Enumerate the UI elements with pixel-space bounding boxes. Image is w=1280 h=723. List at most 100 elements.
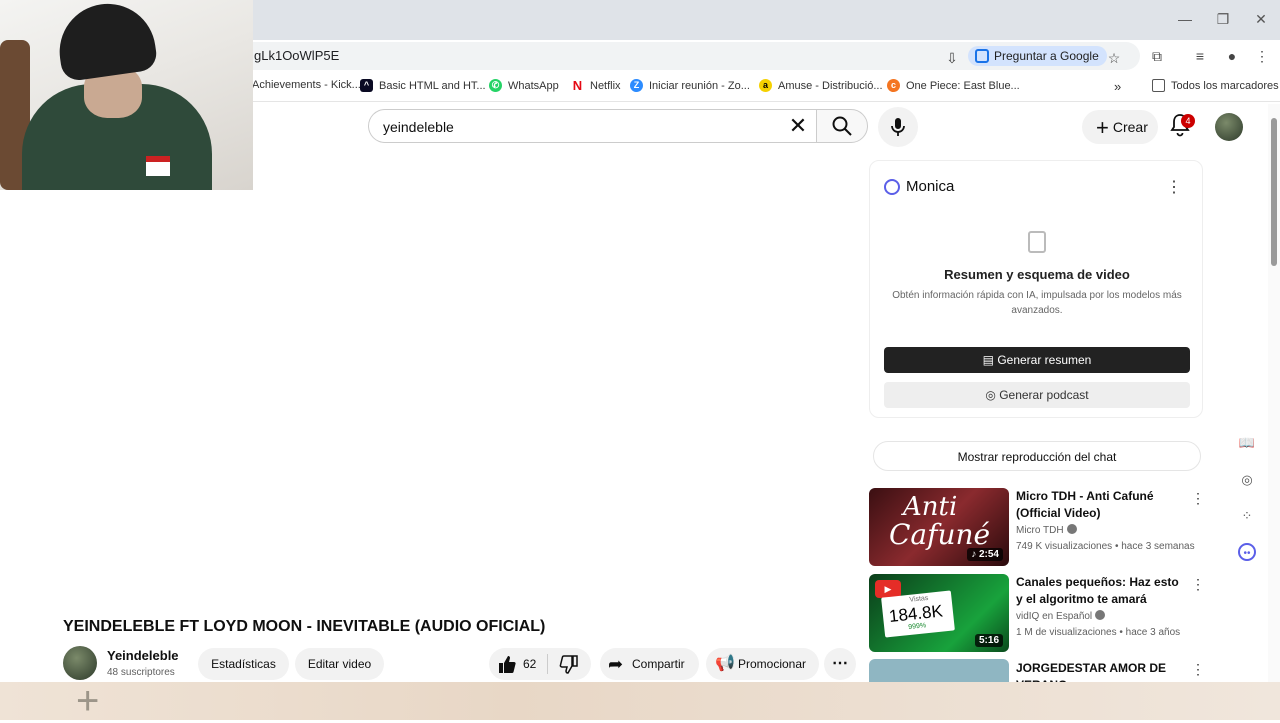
bookmark-label: Achievements - Kick... [252, 79, 361, 91]
folder-icon [1152, 79, 1165, 92]
ask-google-button[interactable]: Preguntar a Google [968, 46, 1107, 66]
channel-label: vidIQ en Español [1016, 611, 1093, 622]
video-thumbnail[interactable]: Anti Cafuné ♪ 2:54 [869, 488, 1009, 566]
more-actions-button[interactable]: ⋯ [824, 648, 856, 680]
video-thumbnail[interactable]: ▶ Vistas 184.8K 999% 5:16 [869, 574, 1009, 652]
monica-sidebar-icon[interactable]: •• [1238, 543, 1256, 561]
edit-video-button[interactable]: Editar video [295, 648, 384, 680]
bookmark-label: Basic HTML and HT... [379, 79, 486, 92]
account-avatar[interactable] [1215, 113, 1243, 141]
bookmark-star-icon[interactable]: ☆ [1106, 50, 1122, 66]
more-actions-icon[interactable]: ⋮ [1191, 661, 1205, 678]
like-divider [547, 654, 548, 674]
promote-button[interactable]: 📢 Promocionar [706, 648, 819, 680]
all-bookmarks-button[interactable]: Todos los marcadores [1152, 79, 1279, 92]
upload-age: hace 3 años [1125, 627, 1181, 638]
verified-icon [1095, 610, 1106, 620]
search-icon [832, 116, 852, 136]
media-control-icon[interactable]: ≡ [1192, 48, 1208, 64]
video-meta: 1 M de visualizaciones • hace 3 años [1016, 627, 1181, 638]
generate-summary-button[interactable]: ▤ Generar resumen [884, 347, 1190, 373]
monica-panel: Monica ⋮ Resumen y esquema de video Obté… [869, 160, 1203, 418]
close-window-button[interactable]: ✕ [1242, 6, 1280, 32]
restore-button[interactable]: ❐ [1204, 6, 1242, 32]
minimize-button[interactable]: — [1166, 6, 1204, 32]
more-bookmarks-button[interactable]: » [1114, 79, 1121, 94]
search-input[interactable]: yeindeleble [383, 119, 454, 135]
video-title[interactable]: JORGEDESTAR AMOR DE VERANO [1016, 660, 1186, 682]
bookmark-item[interactable]: Z Iniciar reunión - Zo... [630, 79, 750, 92]
channel-name[interactable]: Micro TDH [1016, 524, 1077, 536]
video-duration: 5:16 [974, 634, 1003, 647]
megaphone-icon: 📢 [715, 655, 735, 672]
verified-icon [1066, 524, 1077, 534]
bookmark-label: Amuse - Distribució... [778, 79, 883, 92]
install-app-icon[interactable]: ⇩ [944, 50, 960, 66]
bookmark-label: Netflix [590, 79, 621, 92]
video-title[interactable]: Micro TDH - Anti Cafuné (Official Video) [1016, 488, 1186, 522]
voice-search-button[interactable] [878, 107, 918, 147]
share-label: Compartir [632, 657, 685, 671]
recommended-video[interactable]: ▶ Vistas 184.8K 999% 5:16 Canales pequeñ… [869, 574, 1209, 654]
views-card: Vistas 184.8K 999% [881, 590, 955, 638]
podcast-icon: ◎ [985, 388, 1000, 402]
bookmark-item[interactable]: N Netflix [571, 79, 621, 92]
whatsapp-icon: ✆ [489, 79, 502, 92]
webcam-overlay [0, 0, 253, 190]
channel-avatar[interactable] [63, 646, 97, 680]
window-controls: — ❐ ✕ [1166, 6, 1280, 32]
bookmark-item[interactable]: c One Piece: East Blue... [887, 79, 1020, 92]
show-chat-replay-button[interactable]: Mostrar reproducción del chat [873, 441, 1201, 471]
search-box[interactable]: yeindeleble ✕ [368, 109, 816, 143]
video-duration: ♪ 2:54 [967, 548, 1003, 561]
monica-description: Obtén información rápida con IA, impulsa… [892, 290, 1182, 316]
thumbs-up-icon [499, 656, 516, 673]
podcast-side-icon[interactable]: ◎ [1238, 471, 1256, 489]
bookmark-label: One Piece: East Blue... [906, 79, 1020, 92]
more-actions-icon[interactable]: ⋮ [1191, 490, 1205, 507]
netflix-icon: N [571, 78, 584, 93]
freecodecamp-icon: ^ [360, 79, 373, 92]
scrollbar-thumb[interactable] [1271, 118, 1277, 266]
bookmark-item[interactable]: Achievements - Kick... [252, 79, 361, 91]
profile-icon[interactable]: ● [1224, 48, 1240, 64]
video-thumbnail[interactable] [869, 659, 1009, 682]
monica-title: Monica [906, 178, 955, 195]
document-icon [1028, 231, 1046, 253]
monica-menu-icon[interactable]: ⋮ [1166, 177, 1182, 197]
extensions-icon[interactable]: ⧉ [1149, 48, 1165, 64]
bookmark-label: WhatsApp [508, 79, 559, 92]
desktop-wallpaper [0, 682, 1280, 720]
amuse-icon: a [759, 79, 772, 92]
more-actions-icon[interactable]: ⋮ [1191, 576, 1205, 593]
book-icon[interactable]: 📖 [1238, 434, 1256, 452]
ask-google-label: Preguntar a Google [994, 49, 1099, 63]
bookmark-item[interactable]: ^ Basic HTML and HT... [360, 79, 486, 92]
clear-search-icon[interactable]: ✕ [784, 113, 812, 141]
recommended-video[interactable]: JORGEDESTAR AMOR DE VERANO ⋮ [869, 659, 1209, 682]
url-text[interactable]: gLk1OoWlP5E [254, 48, 339, 63]
like-count: 62 [523, 657, 537, 671]
create-label: Crear [1112, 119, 1148, 135]
apps-icon[interactable]: ⁘ [1238, 507, 1256, 525]
stats-button[interactable]: Estadísticas [198, 648, 289, 680]
omnibox[interactable]: gLk1OoWlP5E ⇩ Preguntar a Google ☆ [240, 42, 1140, 70]
subscriber-count: 48 suscriptores [107, 667, 175, 678]
generate-podcast-button[interactable]: ◎ Generar podcast [884, 382, 1190, 408]
chrome-menu-icon[interactable]: ⋮ [1254, 48, 1270, 64]
channel-name[interactable]: Yeindeleble [107, 648, 179, 663]
view-count: 749 K visualizaciones [1016, 541, 1113, 552]
bookmark-item[interactable]: ✆ WhatsApp [489, 79, 559, 92]
create-button[interactable]: + Crear [1082, 110, 1158, 144]
share-button[interactable]: ➦ Compartir [600, 648, 699, 680]
channel-name[interactable]: vidIQ en Español [1016, 610, 1106, 622]
all-bookmarks-label: Todos los marcadores [1171, 79, 1279, 92]
bookmark-item[interactable]: a Amuse - Distribució... [759, 79, 883, 92]
upload-age: hace 3 semanas [1121, 541, 1195, 552]
monica-heading: Resumen y esquema de video [944, 267, 1130, 282]
recommended-video[interactable]: Anti Cafuné ♪ 2:54 Micro TDH - Anti Cafu… [869, 488, 1209, 568]
video-title[interactable]: Canales pequeños: Haz esto y el algoritm… [1016, 574, 1186, 608]
view-count: 1 M de visualizaciones [1016, 627, 1117, 638]
search-button[interactable] [816, 109, 868, 143]
thumbnail-text: Cafuné [889, 518, 991, 551]
